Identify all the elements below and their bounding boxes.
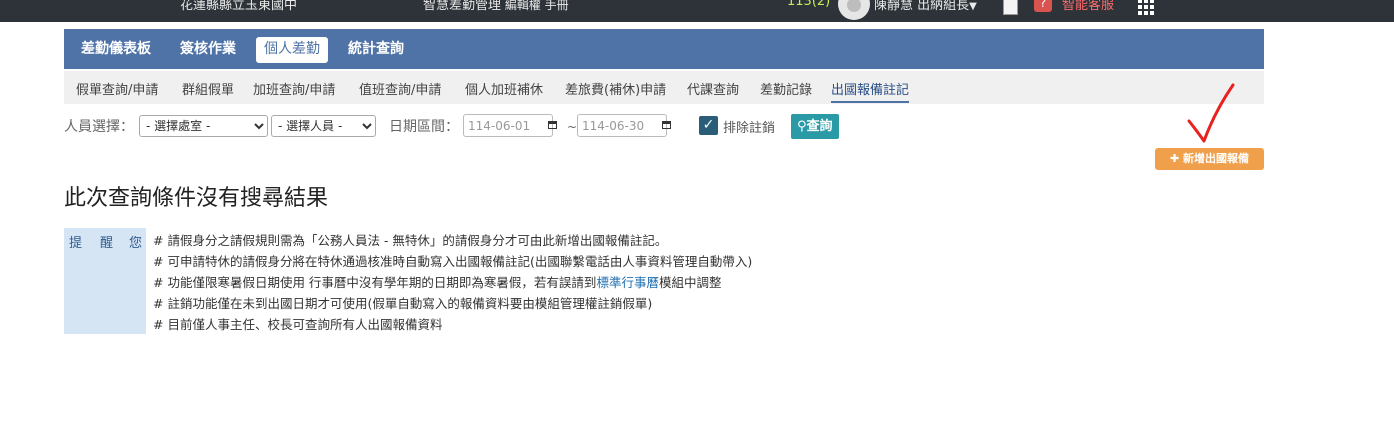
query-button[interactable]: ⚲查詢 (791, 114, 839, 139)
exclude-cancelled-label[interactable]: 排除註銷 (723, 117, 775, 136)
top-bar: 花蓮縣縣立玉東國中 智慧差勤管理 編輯權 手冊 113(2) 陳靜慧 出納組長▼… (0, 0, 1394, 22)
notice-label-char: 您 (129, 236, 143, 251)
main-nav: 差勤儀表板 簽核作業 個人差勤 統計查詢 (64, 29, 1264, 69)
tab-duty-query[interactable]: 值班查詢/申請 (359, 79, 441, 98)
tab-overtime-query[interactable]: 加班查詢/申請 (253, 79, 335, 98)
notice-line: # 請假身分之請假規則需為「公務人員法 - 無特休」的請假身分才可由此新增出國報… (153, 233, 668, 248)
calendar-icon[interactable] (548, 121, 557, 129)
help-icon[interactable]: ? (1034, 0, 1052, 12)
add-button-label: 新增出國報備 (1183, 152, 1250, 165)
date-range-label: 日期區間： (389, 119, 459, 135)
notification-count[interactable]: 113(2) (787, 0, 830, 9)
plus-icon: ✚ (1169, 152, 1184, 165)
check-annotation-icon (1187, 83, 1235, 143)
system-title-text: 智慧差勤管理 (423, 0, 502, 13)
nav-personal-attendance[interactable]: 個人差勤 (256, 37, 328, 63)
system-subtitle[interactable]: 編輯權 手冊 (501, 0, 569, 12)
caret-down-icon: ▼ (969, 1, 977, 12)
tab-leave-query[interactable]: 假單查詢/申請 (76, 79, 158, 98)
school-name: 花蓮縣縣立玉東國中 (180, 0, 298, 13)
tab-overseas-report[interactable]: 出國報備註記 (831, 79, 910, 103)
standard-calendar-link[interactable]: 標準行事曆 (596, 275, 659, 290)
tab-travel-expense[interactable]: 差旅費(補休)申請 (565, 79, 666, 98)
tab-group-leave[interactable]: 群組假單 (182, 79, 234, 98)
date-from-input[interactable] (463, 114, 553, 137)
user-menu[interactable]: 陳靜慧 出納組長▼ (874, 0, 977, 13)
date-separator: ~ (567, 120, 578, 134)
notice-label-char: 醒 (100, 236, 114, 251)
notice-line: # 目前僅人事主任、校長可查詢所有人出國報備資料 (153, 317, 443, 332)
empty-result-message: 此次查詢條件沒有搜尋結果 (64, 186, 329, 211)
system-title: 智慧差勤管理 編輯權 手冊 (423, 0, 569, 13)
query-button-label: 查詢 (806, 119, 833, 134)
help-label[interactable]: 智能客服 (1062, 0, 1114, 13)
calendar-icon[interactable] (662, 121, 671, 129)
notice-line: # 可申請特休的請假身分將在特休通過核准時自動寫入出國報備註記(出國聯繫電話由人… (153, 254, 753, 269)
exclude-cancelled-checkbox[interactable]: ✓ (699, 116, 718, 135)
sub-nav: 假單查詢/申請 群組假單 加班查詢/申請 值班查詢/申請 個人加班補休 差旅費(… (64, 71, 1264, 104)
person-select-label: 人員選擇： (64, 119, 134, 135)
nav-statistics[interactable]: 統計查詢 (348, 37, 404, 63)
notice-label-char: 提 (69, 236, 83, 251)
notice-line: # 註銷功能僅在未到出國日期才可使用(假單自動寫入的報備資料要由模組管理權註銷假… (153, 296, 653, 311)
avatar[interactable] (838, 0, 870, 20)
tab-substitute-query[interactable]: 代課查詢 (687, 79, 739, 98)
tab-overtime-compensation[interactable]: 個人加班補休 (465, 79, 543, 98)
notice-line-text: # 功能僅限寒暑假日期使用 行事曆中沒有學年期的日期即為寒暑假，若有誤請到 (153, 275, 597, 290)
notice-line: # 功能僅限寒暑假日期使用 行事曆中沒有學年期的日期即為寒暑假，若有誤請到標準行… (153, 272, 853, 293)
date-to-input[interactable] (577, 114, 667, 137)
user-label: 陳靜慧 出納組長 (874, 0, 970, 13)
tab-attendance-record[interactable]: 差勤記錄 (760, 79, 812, 98)
add-overseas-report-button[interactable]: ✚ 新增出國報備 (1155, 148, 1264, 170)
apps-grid-icon[interactable] (1138, 0, 1154, 15)
search-icon: ⚲ (797, 119, 807, 134)
notice-label: 提 醒 您 (64, 228, 146, 334)
document-icon[interactable] (1003, 0, 1018, 15)
notice-line-suffix: 模組中調整 (658, 275, 722, 290)
notice-lines: # 請假身分之請假規則需為「公務人員法 - 無特休」的請假身分才可由此新增出國報… (153, 230, 853, 335)
department-select[interactable]: - 選擇處室 - (139, 115, 268, 137)
person-select[interactable]: - 選擇人員 - (271, 115, 376, 137)
nav-dashboard[interactable]: 差勤儀表板 (81, 37, 151, 63)
nav-approval[interactable]: 簽核作業 (180, 37, 236, 63)
